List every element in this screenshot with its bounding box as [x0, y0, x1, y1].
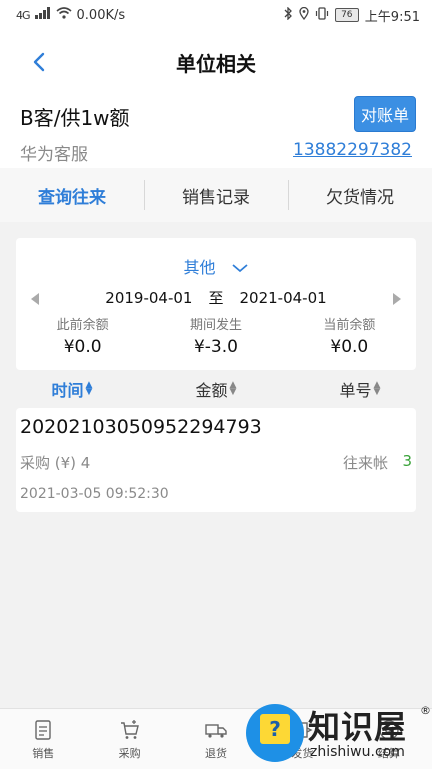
- clock: 上午9:51: [364, 9, 420, 25]
- stat-label: 此前余额: [56, 318, 109, 333]
- vibrate-icon: [315, 6, 329, 24]
- stat-label: 当前余额: [323, 318, 376, 333]
- transaction-record[interactable]: 20202103050952294793 采购 (¥) 4 往来帐 3 2021…: [16, 408, 416, 512]
- bottom-nav-label: 销售: [32, 746, 55, 760]
- bottom-nav-label: 退货: [205, 746, 228, 760]
- settlement-icon: [379, 719, 399, 740]
- period-label: 其他: [183, 258, 216, 277]
- bottom-nav-label: 采购: [118, 746, 141, 760]
- bottom-nav: 销售 采购 退货 发货 结算: [0, 708, 432, 769]
- bottom-nav-purchase[interactable]: 采购: [86, 709, 172, 769]
- record-category: 往来帐: [342, 454, 388, 472]
- record-type-amount: 采购 (¥) 4: [20, 454, 91, 472]
- network-speed: 0.00K/s: [76, 7, 126, 23]
- network-type: 4G: [16, 8, 30, 22]
- tab-bar: 查询往来 销售记录 欠货情况: [0, 168, 432, 222]
- record-number: 20202103050952294793: [20, 416, 262, 438]
- return-truck-icon: [205, 723, 227, 738]
- sort-bar: 时间 ▲ ▼ 金额 ▲ ▼ 单号 ▲ ▼: [0, 372, 432, 406]
- shipping-icon: [292, 721, 313, 738]
- date-range: 2019-04-01 至 2021-04-01: [16, 287, 416, 308]
- location-icon: [299, 6, 309, 24]
- tab-query-transactions[interactable]: 查询往来: [0, 168, 144, 222]
- sort-label: 金额: [195, 381, 228, 400]
- sort-label: 时间: [51, 381, 84, 400]
- date-separator: 至: [208, 289, 224, 307]
- stat-period-amount: 期间发生 ¥-3.0: [149, 314, 282, 357]
- stat-label: 期间发生: [189, 318, 242, 333]
- stat-previous-balance: 此前余额 ¥0.0: [16, 314, 149, 357]
- cart-icon: [120, 719, 139, 739]
- next-period-icon[interactable]: [392, 290, 402, 305]
- record-count: 3: [402, 452, 412, 470]
- signal-icon: [34, 7, 51, 23]
- summary-card: 其他 2019-04-01 至 2021-04-01 此前余额 ¥0.0 期间发生 …: [16, 238, 416, 370]
- start-date[interactable]: 2019-04-01: [105, 289, 192, 307]
- nav-bar: 单位相关: [0, 30, 432, 94]
- tab-owed-goods[interactable]: 欠货情况: [288, 168, 432, 222]
- end-date[interactable]: 2021-04-01: [240, 289, 327, 307]
- bottom-nav-settlement[interactable]: 结算: [346, 709, 432, 769]
- balance-stats: 此前余额 ¥0.0 期间发生 ¥-3.0 当前余额 ¥0.0: [16, 314, 416, 357]
- period-selector[interactable]: 其他: [16, 254, 416, 278]
- battery-icon: 76: [334, 8, 359, 22]
- bottom-nav-shipping[interactable]: 发货: [259, 709, 345, 769]
- phone-link[interactable]: 13882297382: [293, 140, 412, 160]
- customer-info: B客/供1w额 华为客服 13882297382 对账单: [0, 94, 432, 168]
- sort-label: 单号: [339, 381, 372, 400]
- back-icon[interactable]: [26, 48, 54, 76]
- page-title: 单位相关: [176, 51, 256, 76]
- stat-value: ¥0.0: [63, 337, 102, 357]
- sort-by-amount[interactable]: 金额 ▲ ▼: [144, 372, 288, 406]
- sort-arrows-icon: ▲ ▼: [229, 380, 237, 397]
- chevron-down-icon: [231, 259, 249, 278]
- stat-current-balance: 当前余额 ¥0.0: [283, 314, 416, 357]
- company-name: B客/供1w额: [20, 106, 130, 130]
- stat-value: ¥-3.0: [193, 337, 238, 357]
- sort-arrows-icon: ▲ ▼: [85, 380, 93, 397]
- statement-button[interactable]: 对账单: [354, 96, 416, 132]
- tab-sales-records[interactable]: 销售记录: [144, 168, 288, 222]
- sales-doc-icon: [35, 719, 51, 740]
- sort-by-time[interactable]: 时间 ▲ ▼: [0, 372, 144, 406]
- sort-by-number[interactable]: 单号 ▲ ▼: [288, 372, 432, 406]
- bottom-nav-sales[interactable]: 销售: [0, 709, 86, 769]
- bottom-nav-returns[interactable]: 退货: [173, 709, 259, 769]
- stat-value: ¥0.0: [330, 337, 369, 357]
- contact-name: 华为客服: [20, 145, 88, 165]
- bottom-nav-label: 结算: [377, 746, 400, 760]
- bluetooth-icon: [284, 5, 293, 24]
- bottom-nav-label: 发货: [291, 746, 314, 760]
- wifi-icon: [56, 7, 72, 23]
- sort-arrows-icon: ▲ ▼: [373, 380, 381, 397]
- record-time: 2021-03-05 09:52:30: [20, 486, 169, 502]
- status-bar: 4G 0.00K/s 76 上午9:51: [0, 0, 432, 30]
